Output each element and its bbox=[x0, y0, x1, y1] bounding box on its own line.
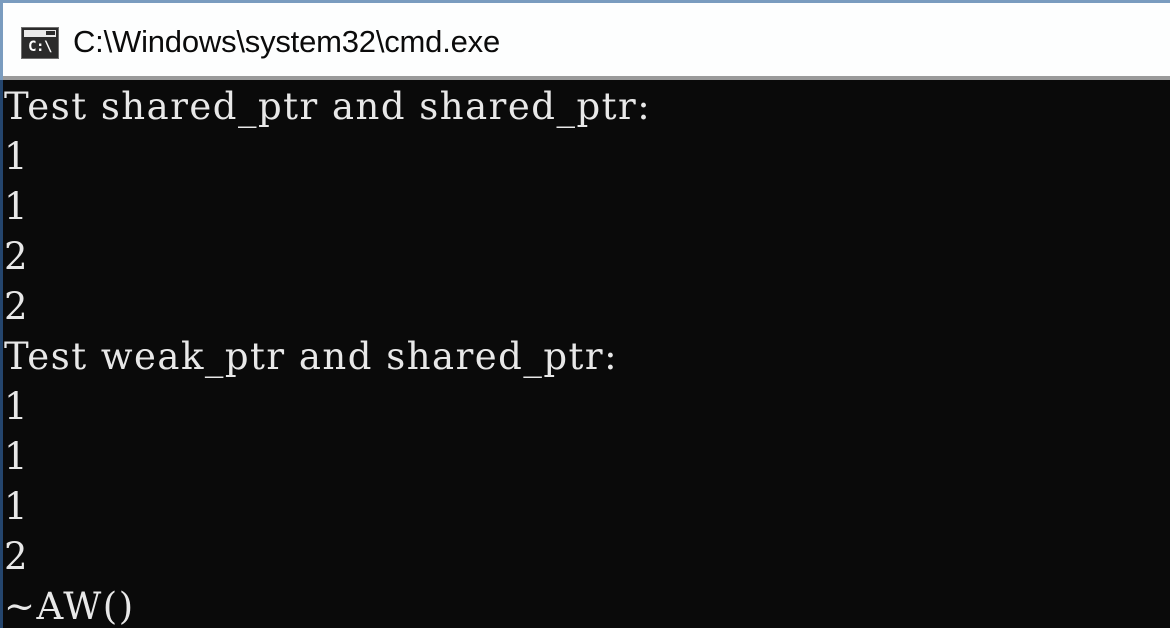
console-line: Test shared_ptr and shared_ptr: bbox=[4, 85, 652, 128]
console-line: 1 bbox=[4, 135, 30, 178]
cmd-icon-titlebar-graphic bbox=[24, 29, 56, 37]
cmd-icon-prompt-glyph: C:\ bbox=[28, 38, 52, 55]
console-line: 1 bbox=[4, 185, 30, 228]
console-line: 1 bbox=[4, 385, 30, 428]
console-line: 1 bbox=[4, 435, 30, 478]
console-line: Test weak_ptr and shared_ptr: bbox=[4, 335, 619, 378]
title-bar[interactable]: C:\ C:\Windows\system32\cmd.exe bbox=[0, 0, 1170, 80]
window-title: C:\Windows\system32\cmd.exe bbox=[73, 23, 501, 59]
console-line: 1 bbox=[4, 485, 30, 528]
cmd-window: C:\ C:\Windows\system32\cmd.exe Test sha… bbox=[0, 0, 1170, 628]
console-output-area[interactable]: Test shared_ptr and shared_ptr: 1 1 2 2 … bbox=[0, 80, 1170, 628]
console-lines: Test shared_ptr and shared_ptr: 1 1 2 2 … bbox=[3, 82, 1170, 628]
console-line: ~AW() bbox=[4, 585, 135, 628]
console-line: 2 bbox=[4, 235, 30, 278]
console-line: 2 bbox=[4, 535, 30, 578]
cmd-console-icon: C:\ bbox=[21, 26, 59, 59]
console-line: 2 bbox=[4, 285, 30, 328]
